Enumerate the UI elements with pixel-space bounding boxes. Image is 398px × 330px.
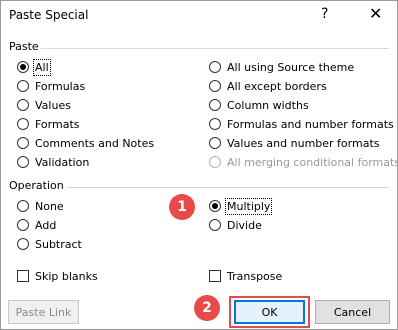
cancel-button[interactable]: Cancel [315,300,390,324]
operation-option-add[interactable]: Add [17,216,56,234]
paste-special-dialog: Paste Special ? ✕ Paste All Formulas Val… [0,0,398,330]
radio-button[interactable] [209,61,221,73]
transpose-checkbox[interactable]: Transpose [209,267,282,285]
operation-section-heading: Operation [9,179,64,192]
paste-option-all-using-source-theme[interactable]: All using Source theme [209,58,354,76]
radio-button[interactable] [209,80,221,92]
radio-button[interactable] [17,99,29,111]
paste-option-validation[interactable]: Validation [17,153,89,171]
radio-button[interactable] [17,219,29,231]
operation-option-subtract[interactable]: Subtract [17,235,82,253]
radio-button[interactable] [209,219,221,231]
option-label: Divide [227,218,262,232]
paste-option-comments-and-notes[interactable]: Comments and Notes [17,134,154,152]
close-icon[interactable]: ✕ [369,4,382,23]
checkbox[interactable] [17,270,29,282]
option-label: Formulas [35,79,86,93]
paste-option-formulas[interactable]: Formulas [17,77,85,95]
paste-section-divider [41,48,389,49]
checkbox[interactable] [209,270,221,282]
ok-button-highlight [229,296,310,328]
skip-blanks-checkbox[interactable]: Skip blanks [17,267,98,285]
operation-option-none[interactable]: None [17,197,64,215]
paste-option-values[interactable]: Values [17,96,71,114]
option-label: Values [35,98,71,112]
option-label: Formulas and number formats [227,117,394,131]
option-label: Column widths [227,98,309,112]
paste-option-all-except-borders[interactable]: All except borders [209,77,327,95]
radio-button[interactable] [209,118,221,130]
paste-section-heading: Paste [9,40,39,53]
radio-button[interactable] [209,137,221,149]
paste-link-button: Paste Link [8,300,79,324]
step-1-annotation-badge: 1 [169,194,195,220]
option-label: All merging conditional formats [227,155,398,169]
radio-button[interactable] [209,99,221,111]
option-label: Formats [35,117,80,131]
option-label: Subtract [35,237,82,251]
option-label: Multiply [224,197,273,215]
checkbox-label: Skip blanks [35,269,98,283]
option-label: All using Source theme [227,60,355,74]
radio-button[interactable] [17,200,29,212]
radio-button[interactable] [17,118,29,130]
paste-option-column-widths[interactable]: Column widths [209,96,309,114]
option-label: None [35,199,64,213]
operation-option-divide[interactable]: Divide [209,216,262,234]
radio-button[interactable] [17,61,29,73]
paste-option-formats[interactable]: Formats [17,115,80,133]
radio-button[interactable] [209,200,221,212]
paste-option-values-and-number-formats[interactable]: Values and number formats [209,134,380,152]
paste-option-all-merging-conditional-formats: All merging conditional formats [209,153,398,171]
option-label: Validation [35,155,90,169]
operation-option-multiply[interactable]: Multiply [209,197,273,215]
step-2-annotation-badge: 2 [194,295,220,321]
option-label: Values and number formats [227,136,380,150]
option-label: Comments and Notes [35,136,155,150]
option-label: Add [35,218,57,232]
operation-section-divider [67,187,389,188]
checkbox-label: Transpose [227,269,283,283]
radio-button[interactable] [17,156,29,168]
option-label: All except borders [227,79,327,93]
radio-button[interactable] [17,238,29,250]
paste-option-all[interactable]: All [17,58,51,76]
radio-button [209,156,221,168]
radio-button[interactable] [17,137,29,149]
option-label: All [33,58,51,76]
dialog-title: Paste Special [9,8,89,22]
title-bar: Paste Special ? ✕ [1,1,397,31]
radio-button[interactable] [17,80,29,92]
paste-option-formulas-and-number-formats[interactable]: Formulas and number formats [209,115,394,133]
help-icon[interactable]: ? [321,6,328,22]
